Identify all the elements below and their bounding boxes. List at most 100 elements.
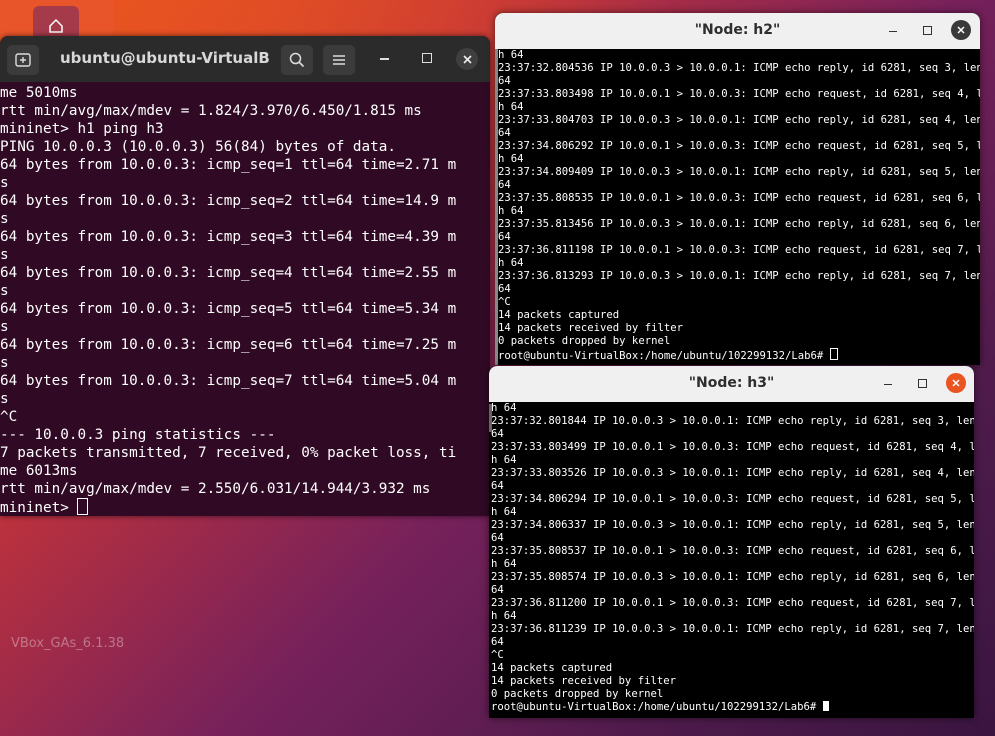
minimize-button[interactable] [380, 58, 389, 60]
main-terminal-window[interactable]: ubuntu@ubuntu-VirtualB... me 5010ms rtt m… [0, 36, 490, 516]
new-tab-icon [15, 53, 31, 67]
terminal-line: ^C [498, 296, 511, 308]
terminal-line: 64 [498, 231, 511, 243]
terminal-line: 23:37:34.806292 IP 10.0.0.1 > 10.0.0.3: … [498, 140, 980, 152]
terminal-line: --- 10.0.0.3 ping statistics --- [0, 427, 276, 443]
xterm-header-h3[interactable]: "Node: h3" [489, 366, 974, 402]
terminal-line: 23:37:35.808574 IP 10.0.0.3 > 10.0.0.1: … [491, 571, 974, 583]
terminal-line: 64 bytes from 10.0.0.3: icmp_seq=7 ttl=6… [0, 373, 457, 389]
terminal-line: 64 [491, 636, 504, 648]
terminal-line: ^C [0, 409, 18, 425]
terminal-cursor [77, 498, 89, 515]
terminal-line: s [0, 355, 9, 371]
terminal-line: h 64 [498, 205, 524, 217]
xterm-output-h2[interactable]: h 64 23:37:32.804536 IP 10.0.0.3 > 10.0.0… [495, 49, 980, 363]
terminal-line: h 64 [491, 506, 517, 518]
scrollbar-h3[interactable] [489, 404, 492, 432]
terminal-line: 14 packets captured [498, 309, 620, 321]
xterm-output-h3[interactable]: h 64 23:37:32.801844 IP 10.0.0.3 > 10.0.0… [489, 402, 974, 714]
terminal-line: 23:37:36.811198 IP 10.0.0.1 > 10.0.0.3: … [498, 244, 980, 256]
terminal-line: 23:37:34.806294 IP 10.0.0.1 > 10.0.0.3: … [491, 493, 974, 505]
terminal-line: 64 [498, 75, 511, 87]
terminal-line: 0 packets dropped by kernel [491, 688, 664, 700]
search-icon [289, 52, 305, 68]
terminal-line: ^C [491, 649, 504, 661]
terminal-line: 23:37:34.806337 IP 10.0.0.3 > 10.0.0.1: … [491, 519, 974, 531]
terminal-line: 64 bytes from 10.0.0.3: icmp_seq=3 ttl=6… [0, 229, 457, 245]
maximize-button-h2[interactable] [923, 26, 932, 35]
terminal-line: 23:37:35.813456 IP 10.0.0.3 > 10.0.0.1: … [498, 218, 980, 230]
maximize-icon [918, 379, 927, 388]
terminal-line: 23:37:32.804536 IP 10.0.0.3 > 10.0.0.1: … [498, 62, 980, 74]
terminal-line: 23:37:33.803498 IP 10.0.0.1 > 10.0.0.3: … [498, 88, 980, 100]
terminal-line: s [0, 247, 9, 263]
terminal-line: 23:37:33.804703 IP 10.0.0.3 > 10.0.0.1: … [498, 114, 980, 126]
close-button[interactable] [456, 48, 478, 70]
terminal-line: 23:37:36.811239 IP 10.0.0.3 > 10.0.0.1: … [491, 623, 974, 635]
terminal-line: 7 packets transmitted, 7 received, 0% pa… [0, 445, 457, 461]
home-folder-icon[interactable] [33, 6, 79, 40]
terminal-line: 64 bytes from 10.0.0.3: icmp_seq=4 ttl=6… [0, 265, 457, 281]
terminal-line: 64 bytes from 10.0.0.3: icmp_seq=2 ttl=6… [0, 193, 457, 209]
close-button-h2[interactable] [951, 20, 971, 40]
xterm-header-h2[interactable]: "Node: h2" [495, 13, 980, 49]
minimize-icon [884, 384, 892, 386]
terminal-line: 64 bytes from 10.0.0.3: icmp_seq=5 ttl=6… [0, 301, 457, 317]
terminal-line: me 5010ms [0, 85, 78, 101]
terminal-line: rtt min/avg/max/mdev = 1.824/3.970/6.450… [0, 103, 422, 119]
close-button-h3[interactable] [946, 373, 966, 393]
terminal-line: 64 [491, 532, 504, 544]
terminal-line: s [0, 283, 9, 299]
terminal-line: h 64 [491, 558, 517, 570]
minimize-button-h2[interactable] [889, 31, 897, 33]
xterm-title-h2: "Node: h2" [694, 22, 781, 38]
main-terminal-header[interactable]: ubuntu@ubuntu-VirtualB... [0, 36, 490, 82]
desktop-file-label[interactable]: VBox_GAs_6.1.38 [11, 636, 124, 651]
terminal-line: 23:37:33.803526 IP 10.0.0.3 > 10.0.0.1: … [491, 467, 974, 479]
xterm-cursor-h3 [822, 701, 829, 711]
xterm-title-h3: "Node: h3" [688, 375, 775, 391]
terminal-line: s [0, 391, 9, 407]
terminal-line: h 64 [491, 610, 517, 622]
scrollbar-h2[interactable] [495, 49, 498, 365]
terminal-line: h 64 [491, 454, 517, 466]
terminal-line: 64 bytes from 10.0.0.3: icmp_seq=6 ttl=6… [0, 337, 457, 353]
maximize-button[interactable] [422, 53, 432, 63]
terminal-line: h 64 [491, 402, 517, 414]
terminal-line: s [0, 211, 9, 227]
terminal-line: rtt min/avg/max/mdev = 2.550/6.031/14.94… [0, 481, 431, 497]
terminal-line: 64 bytes from 10.0.0.3: icmp_seq=1 ttl=6… [0, 157, 457, 173]
menu-button[interactable] [323, 45, 355, 75]
maximize-icon [422, 53, 432, 63]
terminal-output[interactable]: me 5010ms rtt min/avg/max/mdev = 1.824/3.… [0, 82, 490, 516]
terminal-line: 14 packets received by filter [498, 322, 683, 334]
terminal-line: h 64 [498, 257, 524, 269]
terminal-line: 64 [491, 428, 504, 440]
xterm-cursor-h2 [829, 348, 838, 360]
close-icon [462, 54, 472, 64]
new-tab-button[interactable] [7, 45, 39, 75]
terminal-line: 23:37:35.808537 IP 10.0.0.1 > 10.0.0.3: … [491, 545, 974, 557]
minimize-icon [889, 31, 897, 33]
terminal-line: 23:37:36.811200 IP 10.0.0.1 > 10.0.0.3: … [491, 597, 974, 609]
terminal-line: 64 [498, 127, 511, 139]
xterm-window-h2[interactable]: "Node: h2" h 64 23:37:32.804536 IP 10.0.0… [495, 13, 980, 365]
terminal-line: h 64 [498, 101, 524, 113]
close-icon [957, 26, 965, 34]
terminal-line: mininet> h1 ping h3 [0, 121, 164, 137]
minimize-button-h3[interactable] [884, 384, 892, 386]
xterm-prompt-h3: root@ubuntu-VirtualBox:/home/ubuntu/1022… [491, 701, 823, 713]
terminal-line: 23:37:33.803499 IP 10.0.0.1 > 10.0.0.3: … [491, 441, 974, 453]
maximize-button-h3[interactable] [918, 379, 927, 388]
xterm-window-h3[interactable]: "Node: h3" h 64 23:37:32.801844 IP 10.0.0… [489, 366, 974, 718]
terminal-line: s [0, 319, 9, 335]
xterm-prompt-h2: root@ubuntu-VirtualBox:/home/ubuntu/1022… [498, 350, 830, 362]
terminal-line: 64 [491, 480, 504, 492]
window-title: ubuntu@ubuntu-VirtualB... [60, 49, 270, 67]
terminal-line: 14 packets received by filter [491, 675, 676, 687]
close-icon [952, 379, 960, 387]
terminal-line: PING 10.0.0.3 (10.0.0.3) 56(84) bytes of… [0, 139, 396, 155]
search-button[interactable] [281, 45, 313, 75]
terminal-line: me 6013ms [0, 463, 78, 479]
terminal-line: 23:37:36.813293 IP 10.0.0.3 > 10.0.0.1: … [498, 270, 980, 282]
